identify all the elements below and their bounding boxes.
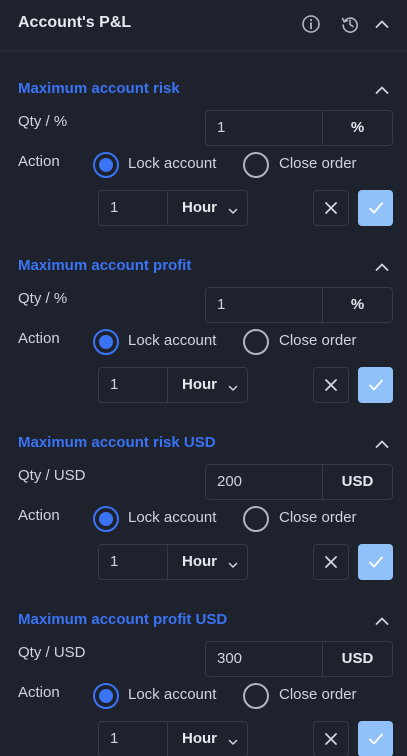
confirm-button[interactable] — [358, 721, 393, 756]
lock-account-radio[interactable] — [93, 329, 119, 355]
close-order-label[interactable]: Close order — [279, 332, 357, 349]
duration-input-group: 1 Hour — [98, 544, 248, 580]
qty-unit-label: % — [350, 119, 365, 136]
action-label: Action — [18, 684, 60, 701]
section-collapse-icon[interactable] — [371, 612, 393, 630]
close-order-label[interactable]: Close order — [279, 509, 357, 526]
section-collapse-icon[interactable] — [371, 258, 393, 276]
qty-input[interactable]: 1 — [206, 288, 323, 322]
qty-unit-label: USD — [341, 473, 374, 490]
lock-account-label[interactable]: Lock account — [128, 332, 216, 349]
qty-unit-label: % — [350, 296, 365, 313]
qty-label: Qty / USD — [18, 467, 86, 484]
duration-unit-value: Hour — [182, 730, 217, 747]
section-title: Maximum account risk USD — [18, 434, 216, 451]
section-title: Maximum account profit USD — [18, 611, 228, 628]
duration-input[interactable]: 1 — [99, 545, 168, 579]
action-label: Action — [18, 507, 60, 524]
duration-input[interactable]: 1 — [99, 191, 168, 225]
limit-section: Maximum account risk Qty / % 1% Action Lock … — [0, 60, 407, 237]
lock-account-label[interactable]: Lock account — [128, 509, 216, 526]
duration-unit-value: Hour — [182, 199, 217, 216]
duration-unit-select[interactable]: Hour — [168, 545, 247, 579]
confirm-button[interactable] — [358, 190, 393, 226]
section-collapse-icon[interactable] — [371, 81, 393, 99]
qty-input[interactable]: 1 — [206, 111, 323, 145]
duration-unit-select[interactable]: Hour — [168, 722, 247, 756]
check-icon — [368, 732, 384, 746]
lock-account-radio[interactable] — [93, 152, 119, 178]
chevron-down-icon — [228, 203, 238, 214]
qty-label: Qty / % — [18, 113, 68, 130]
duration-unit-select[interactable]: Hour — [168, 368, 247, 402]
confirm-button[interactable] — [358, 367, 393, 403]
check-icon — [368, 201, 384, 215]
duration-input[interactable]: 1 — [99, 368, 168, 402]
close-order-radio[interactable] — [243, 329, 269, 355]
section-title: Maximum account profit — [18, 257, 192, 274]
close-icon — [324, 201, 338, 215]
close-order-label[interactable]: Close order — [279, 686, 357, 703]
duration-input-group: 1 Hour — [98, 367, 248, 403]
close-icon — [324, 378, 338, 392]
cancel-button[interactable] — [313, 721, 349, 756]
close-order-radio[interactable] — [243, 152, 269, 178]
qty-input[interactable]: 300 — [206, 642, 323, 676]
qty-label: Qty / % — [18, 290, 68, 307]
close-order-radio[interactable] — [243, 683, 269, 709]
qty-label: Qty / USD — [18, 644, 86, 661]
chevron-down-icon — [228, 380, 238, 391]
qty-input-group: 1% — [205, 287, 393, 323]
info-icon[interactable] — [300, 13, 322, 35]
check-icon — [368, 555, 384, 569]
limit-section: Maximum account profit Qty / % 1% Action Loc… — [0, 237, 407, 414]
lock-account-radio[interactable] — [93, 506, 119, 532]
cancel-button[interactable] — [313, 190, 349, 226]
limit-section: Maximum account risk USD Qty / USD 200 USD A… — [0, 414, 407, 591]
close-icon — [324, 555, 338, 569]
duration-input[interactable]: 1 — [99, 722, 168, 756]
qty-unit-label: USD — [341, 650, 374, 667]
close-order-label[interactable]: Close order — [279, 155, 357, 172]
cancel-button[interactable] — [313, 544, 349, 580]
lock-account-radio[interactable] — [93, 683, 119, 709]
section-title: Maximum account risk — [18, 80, 180, 97]
qty-input-group: 200 USD — [205, 464, 393, 500]
lock-account-label[interactable]: Lock account — [128, 686, 216, 703]
section-collapse-icon[interactable] — [371, 435, 393, 453]
cancel-button[interactable] — [313, 367, 349, 403]
chevron-up-icon[interactable] — [371, 13, 393, 35]
duration-unit-value: Hour — [182, 553, 217, 570]
duration-unit-value: Hour — [182, 376, 217, 393]
action-label: Action — [18, 330, 60, 347]
panel-header: Account's P&L — [0, 0, 407, 51]
close-icon — [324, 732, 338, 746]
chevron-down-icon — [228, 734, 238, 745]
history-icon[interactable] — [339, 13, 361, 35]
qty-input[interactable]: 200 — [206, 465, 323, 499]
duration-input-group: 1 Hour — [98, 190, 248, 226]
limit-section: Maximum account profit USD Qty / USD 300 US… — [0, 591, 407, 756]
qty-input-group: 300 USD — [205, 641, 393, 677]
check-icon — [368, 378, 384, 392]
action-label: Action — [18, 153, 60, 170]
duration-unit-select[interactable]: Hour — [168, 191, 247, 225]
chevron-down-icon — [228, 557, 238, 568]
confirm-button[interactable] — [358, 544, 393, 580]
lock-account-label[interactable]: Lock account — [128, 155, 216, 172]
duration-input-group: 1 Hour — [98, 721, 248, 756]
qty-input-group: 1% — [205, 110, 393, 146]
panel-title: Account's P&L — [18, 14, 132, 31]
close-order-radio[interactable] — [243, 506, 269, 532]
